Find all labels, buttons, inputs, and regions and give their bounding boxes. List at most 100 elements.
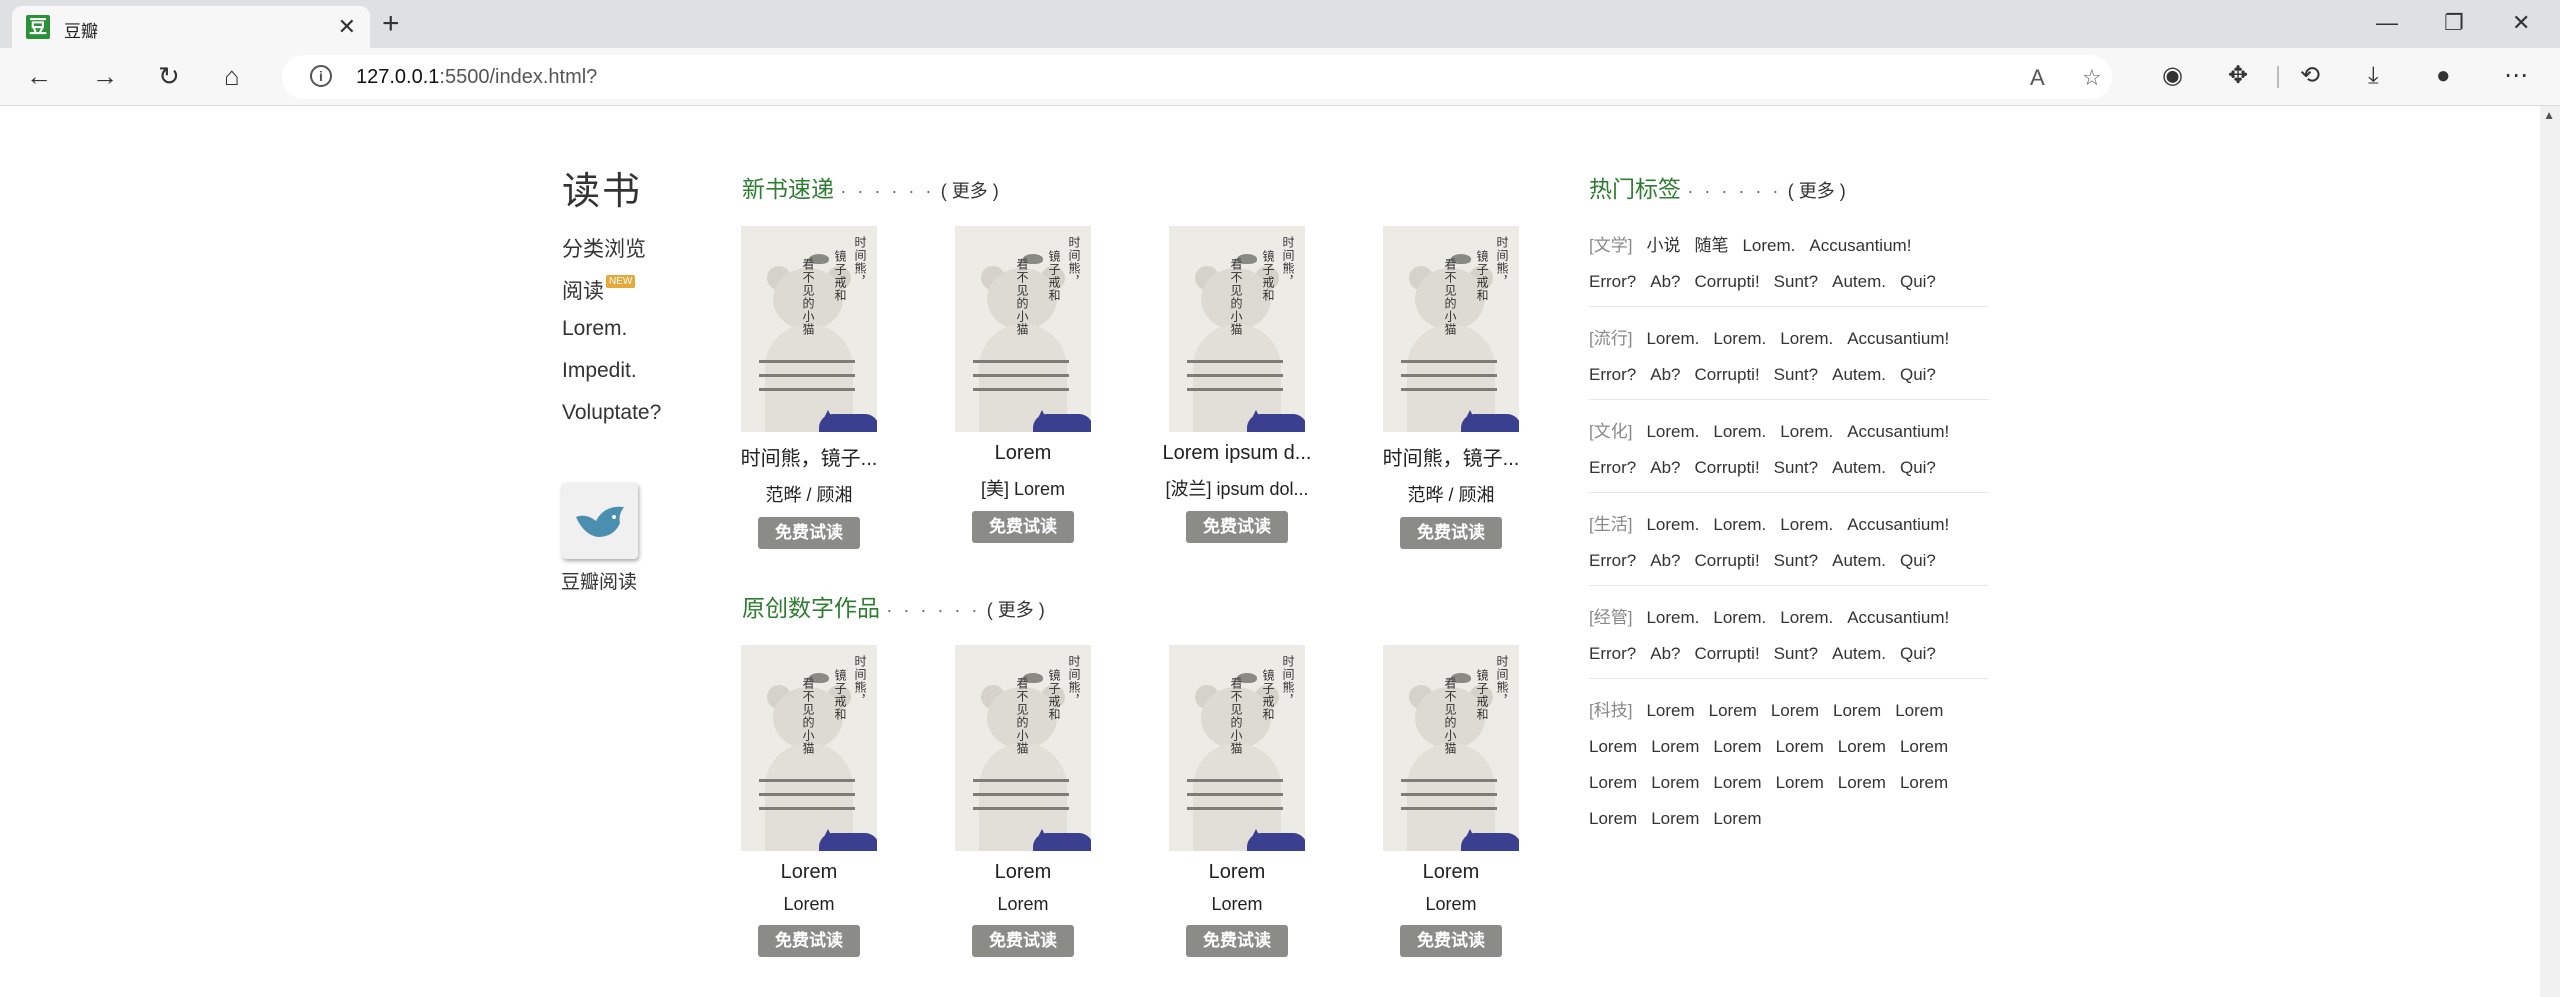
tag-link[interactable]: Sunt? — [1774, 272, 1818, 291]
tag-link[interactable]: Qui? — [1900, 644, 1936, 663]
tag-link[interactable]: Lorem — [1771, 701, 1819, 720]
tag-category-label[interactable]: [流行] — [1589, 329, 1632, 348]
refresh-icon[interactable]: ↻ — [158, 60, 180, 92]
tag-link[interactable]: Sunt? — [1774, 458, 1818, 477]
tag-category-label[interactable]: [文化] — [1589, 422, 1632, 441]
scroll-up-arrow-icon[interactable]: ▲ — [2543, 108, 2555, 122]
tag-link[interactable]: Lorem — [1900, 773, 1948, 792]
tag-link[interactable]: Lorem. — [1780, 515, 1833, 534]
minimize-icon[interactable]: — — [2376, 8, 2398, 38]
more-link[interactable]: ( 更多 ) — [1788, 181, 1846, 201]
book-cover[interactable]: 时间熊， 镜子戒和 看不见的小猫 — [1169, 645, 1305, 851]
more-menu-icon[interactable]: ⋯ — [2504, 61, 2528, 91]
tag-link[interactable]: Lorem. — [1780, 608, 1833, 627]
tag-link[interactable]: Accusantium! — [1847, 515, 1949, 534]
book-title[interactable]: Lorem — [714, 861, 904, 884]
tag-link[interactable]: Corrupti! — [1694, 458, 1759, 477]
downloads-icon[interactable]: ⤓ — [2368, 61, 2379, 91]
tag-link[interactable]: Error? — [1589, 272, 1636, 291]
tag-link[interactable]: Lorem. — [1713, 608, 1766, 627]
url-text[interactable]: 127.0.0.1:5500/index.html? — [356, 66, 597, 89]
book-cover[interactable]: 时间熊， 镜子戒和 看不见的小猫 — [741, 645, 877, 851]
tag-link[interactable]: Corrupti! — [1694, 644, 1759, 663]
tag-link[interactable]: Lorem — [1838, 737, 1886, 756]
site-info-icon[interactable]: i — [310, 65, 332, 87]
sidebar-item-impedit[interactable]: Impedit. — [562, 359, 682, 401]
tag-link[interactable]: Qui? — [1900, 272, 1936, 291]
book-title[interactable]: Lorem ipsum d... — [1142, 442, 1332, 465]
tag-link[interactable]: Lorem — [1838, 773, 1886, 792]
extensions-icon[interactable]: ✥ — [2228, 61, 2248, 91]
tag-link[interactable]: Ab? — [1650, 365, 1680, 384]
tag-link[interactable]: Lorem — [1709, 701, 1757, 720]
tag-link[interactable]: Accusantium! — [1847, 422, 1949, 441]
tag-link[interactable]: Ab? — [1650, 551, 1680, 570]
tag-link[interactable]: Corrupti! — [1694, 365, 1759, 384]
extension-globe-icon[interactable]: ◉ — [2162, 61, 2183, 91]
tag-link[interactable]: Lorem. — [1646, 422, 1699, 441]
tag-link[interactable]: Autem. — [1832, 365, 1886, 384]
restore-icon[interactable]: ❐ — [2444, 8, 2464, 38]
free-trial-button[interactable]: 免费试读 — [1186, 925, 1288, 957]
close-window-icon[interactable]: ✕ — [2512, 8, 2530, 38]
book-title[interactable]: 时间熊，镜子... — [1356, 442, 1546, 471]
tag-category-label[interactable]: [科技] — [1589, 701, 1632, 720]
tag-link[interactable]: Sunt? — [1774, 365, 1818, 384]
sidebar-item-lorem[interactable]: Lorem. — [562, 317, 682, 359]
tag-link[interactable]: Lorem. — [1780, 329, 1833, 348]
book-cover[interactable]: 时间熊， 镜子戒和 看不见的小猫 — [1383, 645, 1519, 851]
tag-link[interactable]: Autem. — [1832, 458, 1886, 477]
tag-link[interactable]: Qui? — [1900, 551, 1936, 570]
book-cover[interactable]: 时间熊， 镜子戒和 看不见的小猫 — [741, 226, 877, 432]
tag-link[interactable]: Lorem — [1713, 737, 1761, 756]
tag-link[interactable]: Lorem. — [1646, 329, 1699, 348]
free-trial-button[interactable]: 免费试读 — [1400, 517, 1502, 549]
browser-tab[interactable]: 豆 豆瓣 ✕ — [12, 6, 370, 48]
tag-link[interactable]: Autem. — [1832, 644, 1886, 663]
tag-link[interactable]: Lorem — [1713, 809, 1761, 828]
tag-category-label[interactable]: [生活] — [1589, 515, 1632, 534]
book-cover[interactable]: 时间熊， 镜子戒和 看不见的小猫 — [955, 645, 1091, 851]
add-favorite-icon[interactable]: ☆ — [2082, 65, 2102, 91]
tag-link[interactable]: Accusantium! — [1809, 236, 1911, 255]
tag-link[interactable]: Sunt? — [1774, 644, 1818, 663]
section-title[interactable]: 热门标签 — [1589, 176, 1681, 202]
tag-link[interactable]: Lorem. — [1646, 515, 1699, 534]
tag-link[interactable]: Error? — [1589, 365, 1636, 384]
tag-link[interactable]: Lorem — [1895, 701, 1943, 720]
new-tab-icon[interactable]: + — [382, 6, 400, 42]
tag-link[interactable]: Ab? — [1650, 272, 1680, 291]
tag-link[interactable]: Lorem — [1713, 773, 1761, 792]
more-link[interactable]: ( 更多 ) — [941, 181, 999, 201]
book-cover[interactable]: 时间熊， 镜子戒和 看不见的小猫 — [955, 226, 1091, 432]
tag-link[interactable]: 随笔 — [1694, 236, 1728, 255]
tag-link[interactable]: Lorem — [1776, 773, 1824, 792]
tag-link[interactable]: Lorem. — [1742, 236, 1795, 255]
book-cover[interactable]: 时间熊， 镜子戒和 看不见的小猫 — [1169, 226, 1305, 432]
book-title[interactable]: Lorem — [1356, 861, 1546, 884]
tag-link[interactable]: Lorem — [1589, 773, 1637, 792]
tag-link[interactable]: Error? — [1589, 644, 1636, 663]
free-trial-button[interactable]: 免费试读 — [1400, 925, 1502, 957]
tag-link[interactable]: Lorem — [1646, 701, 1694, 720]
tag-link[interactable]: Error? — [1589, 551, 1636, 570]
free-trial-button[interactable]: 免费试读 — [758, 925, 860, 957]
sidebar-item-browse[interactable]: 分类浏览 — [562, 233, 682, 275]
free-trial-button[interactable]: 免费试读 — [1186, 511, 1288, 543]
book-title[interactable]: Lorem — [928, 442, 1118, 465]
tag-link[interactable]: Lorem. — [1646, 608, 1699, 627]
book-title[interactable]: Lorem — [928, 861, 1118, 884]
tag-link[interactable]: Error? — [1589, 458, 1636, 477]
book-title[interactable]: Lorem — [1142, 861, 1332, 884]
read-aloud-icon[interactable]: A — [2030, 65, 2045, 91]
address-bar[interactable]: i 127.0.0.1:5500/index.html? A ☆ — [282, 55, 2112, 99]
book-cover[interactable]: 时间熊， 镜子戒和 看不见的小猫 — [1383, 226, 1519, 432]
tag-link[interactable]: Corrupti! — [1694, 272, 1759, 291]
close-tab-icon[interactable]: ✕ — [338, 14, 356, 40]
douban-read-app-icon[interactable] — [562, 483, 638, 559]
history-icon[interactable]: ⟲ — [2300, 61, 2320, 91]
profile-avatar-icon[interactable]: ● — [2436, 61, 2451, 91]
section-title[interactable]: 新书速递 — [742, 176, 834, 202]
tag-link[interactable]: 小说 — [1646, 236, 1680, 255]
tag-link[interactable]: Lorem — [1776, 737, 1824, 756]
